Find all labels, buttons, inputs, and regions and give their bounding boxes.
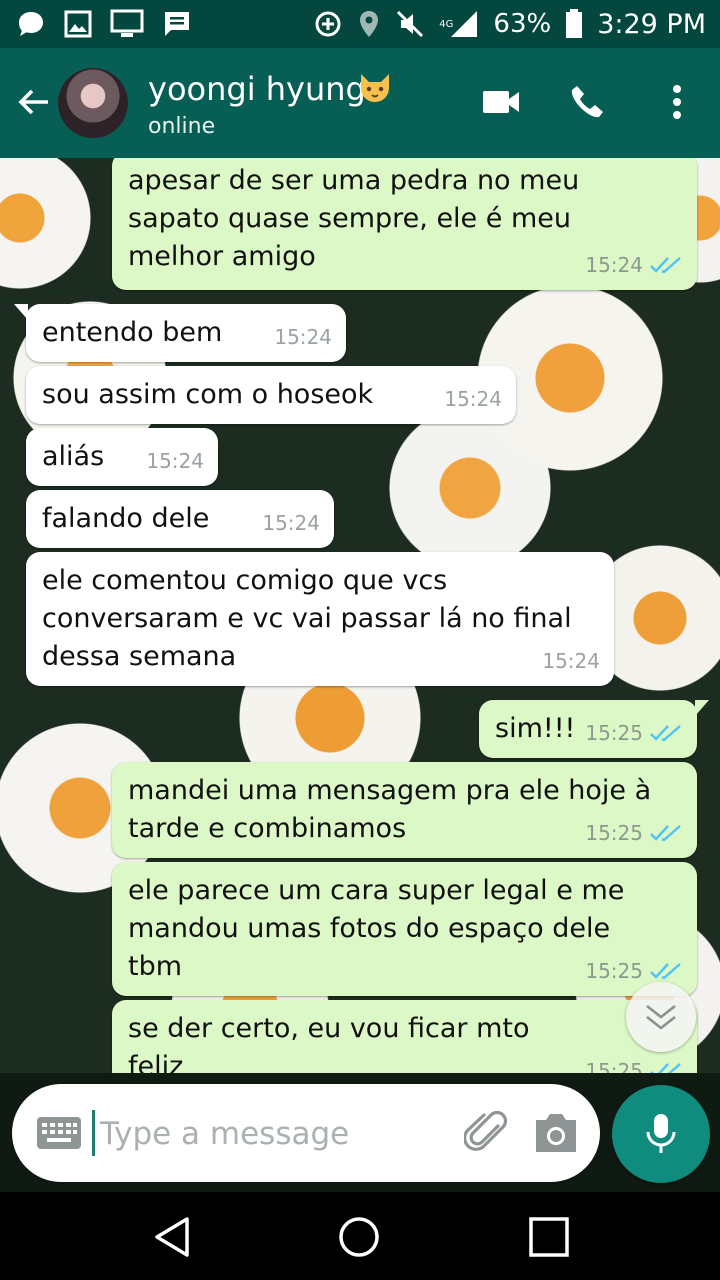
signal-icon [451,11,478,37]
mute-icon [397,10,424,38]
message-time: 15:25 [585,821,643,845]
message-input[interactable] [98,1104,442,1164]
system-nav-bar [0,1192,720,1280]
avatar[interactable] [58,68,128,138]
double-check-icon [650,257,681,274]
message-bubble[interactable]: mandei uma mensagem pra ele hoje à tarde… [112,762,697,858]
video-call-button[interactable] [476,76,526,128]
message-time: 15:24 [146,449,204,473]
mic-button[interactable] [612,1085,710,1183]
more-options-icon [673,85,681,119]
contact-status: online [148,114,216,139]
nav-recents-button[interactable] [524,1212,574,1262]
message-text: sou assim com o hoseok [42,379,374,410]
nav-back-button[interactable] [146,1212,196,1262]
message-time: 15:25 [585,959,643,983]
message-time: 15:24 [444,387,502,411]
back-button[interactable] [14,82,54,122]
camera-icon[interactable] [532,1110,580,1156]
data-saver-icon [315,11,341,37]
voice-call-button[interactable] [562,76,612,128]
network-type: 4G [439,19,454,30]
scroll-to-bottom-button[interactable] [626,982,696,1052]
chat-area[interactable]: apesar de ser uma pedra no meu sapato qu… [0,158,720,1073]
cat-emoji-icon [361,74,389,102]
location-icon [360,11,379,37]
keyboard-icon[interactable] [36,1116,82,1150]
message-bubble[interactable]: apesar de ser uma pedra no meu sapato qu… [112,158,697,290]
text-cursor [92,1110,95,1156]
cast-icon [110,9,144,37]
video-call-icon [483,91,519,113]
battery-icon [566,9,583,38]
message-notification-icon [165,12,189,36]
message-time: 15:25 [585,1059,643,1073]
contact-name[interactable]: yoongi hyung [148,70,366,108]
message-bubble[interactable]: ele parece um cara super legal e me mand… [112,862,697,996]
message-time: 15:24 [542,649,600,673]
nav-home-button[interactable] [334,1212,384,1262]
message-bubble[interactable]: se der certo, eu vou ficar mto feliz 15:… [112,1000,697,1073]
voice-call-icon [571,86,603,118]
recents-nav-icon [529,1217,569,1257]
double-check-icon [650,725,681,742]
message-time: 15:24 [274,325,332,349]
message-time: 15:24 [262,511,320,535]
chat-header: yoongi hyung online [0,48,720,158]
double-check-icon [650,963,681,980]
attach-icon[interactable] [464,1108,512,1158]
double-check-icon [650,1063,681,1073]
double-chevron-down-icon [646,1004,676,1030]
battery-percent: 63% [493,9,552,39]
microphone-icon [646,1114,676,1153]
message-time: 15:25 [585,721,643,745]
back-nav-icon [155,1217,189,1257]
message-bubble[interactable]: sou assim com o hoseok 15:24 [26,366,516,424]
message-composer [12,1084,600,1182]
chat-notification-icon [19,12,43,36]
message-bubble[interactable]: sim!!! 15:25 [479,700,709,758]
home-nav-icon [339,1217,379,1257]
message-bubble[interactable]: ele comentou comigo que vcs conversaram … [26,552,614,686]
message-bubble[interactable]: falando dele 15:24 [26,490,334,548]
more-options-button[interactable] [652,76,702,128]
message-time: 15:24 [585,253,643,277]
back-arrow-icon [18,89,48,115]
double-check-icon [650,825,681,842]
status-bar: 4G 63% 3:29 PM [0,0,720,48]
message-text: ele comentou comigo que vcs conversaram … [42,565,572,672]
message-bubble[interactable]: aliás 15:24 [26,428,218,486]
message-bubble[interactable]: entendo bem 15:24 [14,304,346,362]
clock: 3:29 PM [597,8,706,40]
gallery-notification-icon [64,10,92,38]
